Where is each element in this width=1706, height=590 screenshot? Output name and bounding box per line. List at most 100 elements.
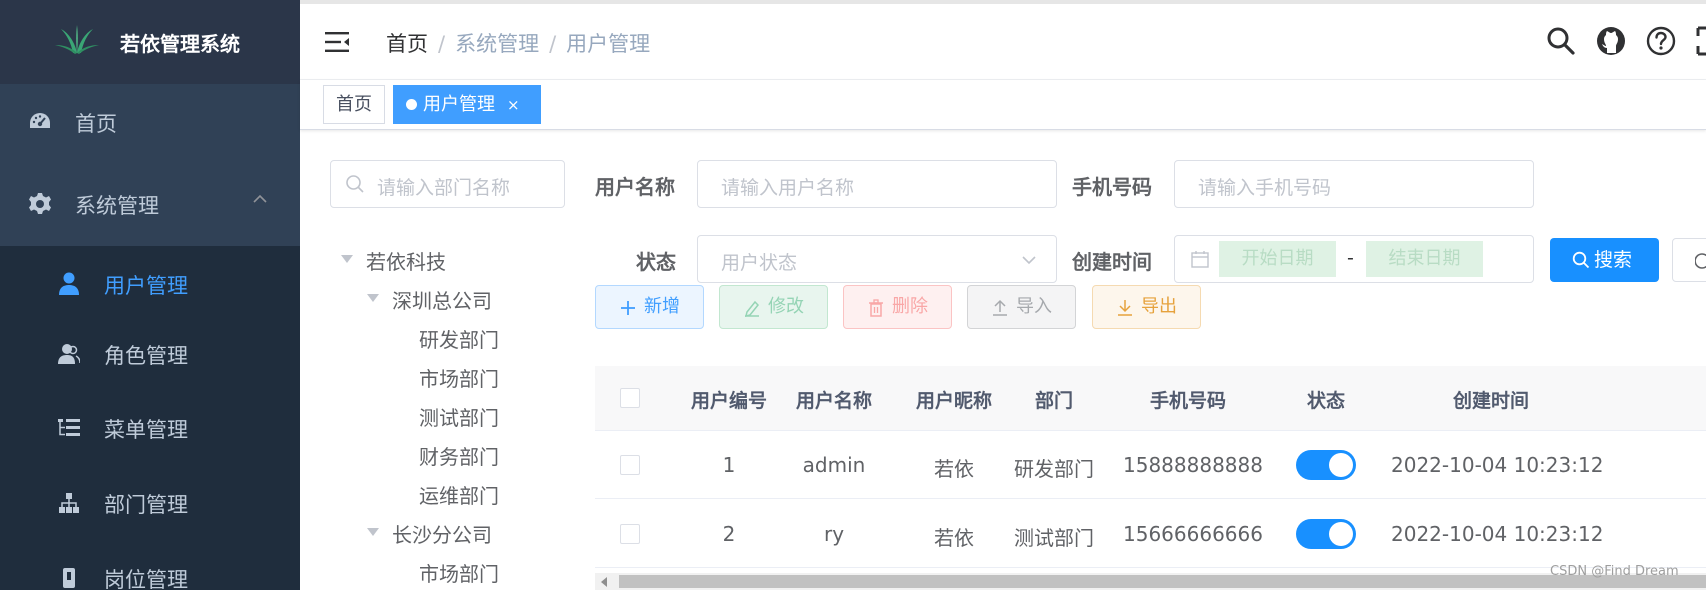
github-icon[interactable] [1596,26,1626,56]
export-button-label: 导出 [1141,296,1177,317]
breadcrumb-item-home[interactable]: 首页 [386,32,428,56]
status-switch[interactable] [1296,519,1356,549]
username-input[interactable]: 请输入用户名称 [697,160,1057,208]
breadcrumb-separator: / [438,32,446,56]
date-separator: - [1347,247,1354,269]
caret-down-icon[interactable] [367,294,379,302]
sidebar-item-menu-label: 菜单管理 [104,418,188,442]
status-switch[interactable] [1296,450,1356,480]
tree-node[interactable]: 财务部门 [419,441,499,470]
cell-username: admin [802,453,866,477]
question-icon[interactable] [1646,26,1676,56]
start-date-input[interactable]: 开始日期 [1219,241,1336,277]
sidebar-item-user[interactable]: 用户管理 [0,246,300,321]
search-button[interactable]: 搜索 [1550,238,1659,282]
column-header[interactable]: 状态 [1296,386,1356,413]
fullscreen-icon[interactable] [1696,26,1706,56]
cell-phone: 15888888888 [1123,453,1263,477]
tree-node[interactable]: 若依科技 [366,246,446,275]
delete-button[interactable]: 删除 [843,285,952,329]
peoples-icon [58,344,80,364]
tree-node[interactable]: 长沙分公司 [392,519,492,548]
column-header[interactable]: 部门 [1009,386,1099,413]
app-root: 若依管理系统 首页 系统管理 用户管理 角色管理 菜单管理 部门管理 岗位管理 … [0,0,1706,590]
watermark: CSDN @Find Dream [1550,564,1679,579]
tree-node[interactable]: 深圳总公司 [392,285,492,314]
sidebar-item-dept[interactable]: 部门管理 [0,465,300,540]
cell-nickname: 若依 [934,457,974,481]
horizontal-scrollbar[interactable] [595,573,1706,590]
scrollbar-thumb[interactable] [619,575,1706,588]
select-all-checkbox[interactable] [620,388,640,408]
trash-icon [869,299,883,317]
table-header: 用户编号 用户名称 用户昵称 部门 手机号码 状态 创建时间 [595,366,1706,431]
tree-table-icon [58,419,80,436]
sidebar-item-post[interactable]: 岗位管理 [0,540,300,590]
table-row[interactable]: 2 ry 若依 测试部门 15666666666 2022-10-04 10:2… [595,500,1706,568]
column-header[interactable]: 用户名称 [789,386,879,413]
search-button-label: 搜索 [1594,249,1633,271]
sidebar-logo[interactable]: 若依管理系统 [0,0,300,84]
close-icon[interactable]: × [507,96,520,114]
tree-node[interactable]: 市场部门 [419,558,499,587]
cell-nickname: 若依 [934,526,974,550]
tree-node[interactable]: 研发部门 [419,324,499,353]
date-range-picker[interactable]: 开始日期 - 结束日期 [1174,235,1534,283]
username-placeholder: 请输入用户名称 [721,177,855,199]
edit-button[interactable]: 修改 [719,285,828,329]
status-select[interactable]: 用户状态 [697,235,1057,283]
caret-down-icon[interactable] [367,528,379,536]
tag-home[interactable]: 首页 [323,85,385,124]
hamburger-icon[interactable] [325,32,349,52]
column-header[interactable]: 用户昵称 [909,386,999,413]
import-button[interactable]: 导入 [967,285,1076,329]
menu-item-system-label: 系统管理 [75,194,159,218]
sidebar: 若依管理系统 首页 系统管理 用户管理 角色管理 菜单管理 部门管理 岗位管理 [0,0,300,590]
plus-icon [621,301,635,315]
gear-icon [29,193,51,214]
caret-down-icon[interactable] [341,255,353,263]
breadcrumb-separator: / [549,32,557,56]
active-dot-icon [406,99,417,110]
cell-user-id: 1 [722,453,736,477]
dashboard-icon [30,113,50,128]
column-header[interactable]: 手机号码 [1143,386,1233,413]
menu-item-system[interactable]: 系统管理 [0,164,300,246]
end-date-input[interactable]: 结束日期 [1366,241,1483,277]
sidebar-item-post-label: 岗位管理 [104,568,188,590]
phone-placeholder: 请输入手机号码 [1198,177,1332,199]
tree-node[interactable]: 市场部门 [419,363,499,392]
column-header[interactable]: 创建时间 [1431,386,1551,413]
edit-button-label: 修改 [768,296,804,317]
tag-user-management-label: 用户管理 [423,94,495,115]
sidebar-item-menu[interactable]: 菜单管理 [0,390,300,465]
user-icon [59,272,79,295]
status-label: 状态 [636,250,676,274]
cell-create-time: 2022-10-04 10:23:12 [1391,453,1604,477]
tag-user-management[interactable]: 用户管理 × [393,85,541,124]
import-button-label: 导入 [1016,296,1052,317]
sidebar-item-role[interactable]: 角色管理 [0,316,300,391]
search-icon[interactable] [1546,26,1576,56]
column-header[interactable]: 用户编号 [689,386,769,413]
table-row[interactable]: 1 admin 若依 研发部门 15888888888 2022-10-04 1… [595,431,1706,499]
tree-node[interactable]: 运维部门 [419,480,499,509]
phone-input[interactable]: 请输入手机号码 [1174,160,1534,208]
breadcrumb-item-system: 系统管理 [455,32,540,56]
reset-button[interactable] [1672,238,1706,282]
dept-search-input[interactable]: 请输入部门名称 [330,160,565,208]
tags-view: 首页 用户管理 × [300,80,1706,130]
scroll-left-icon[interactable] [601,577,607,587]
create-time-label: 创建时间 [1072,250,1152,274]
switch-knob [1329,522,1353,546]
cell-user-id: 2 [722,522,736,546]
tag-home-label: 首页 [336,94,372,115]
row-checkbox[interactable] [620,524,640,544]
menu-item-home[interactable]: 首页 [0,82,300,164]
export-button[interactable]: 导出 [1092,285,1201,329]
add-button[interactable]: 新增 [595,285,704,329]
tree-node[interactable]: 测试部门 [419,402,499,431]
calendar-icon [1191,251,1209,268]
post-icon [63,568,75,588]
row-checkbox[interactable] [620,455,640,475]
